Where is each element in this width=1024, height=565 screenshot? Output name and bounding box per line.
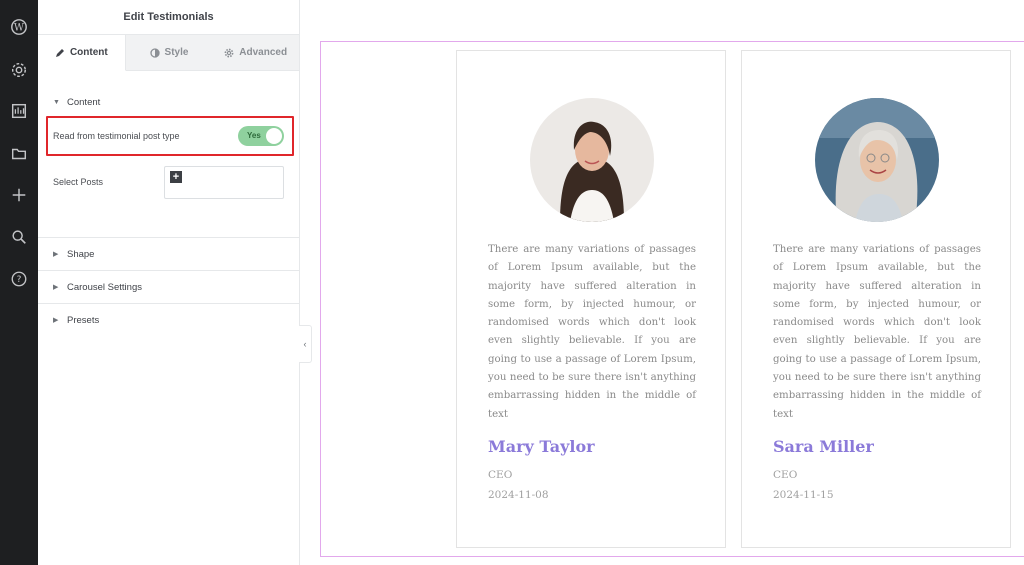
testimonial-date: 2024-11-08 (488, 489, 549, 501)
section-shape-label: Shape (67, 248, 95, 260)
testimonial-quote: There are many variations of passages of… (488, 244, 696, 420)
settings-icon[interactable] (9, 60, 29, 80)
tab-advanced-label: Advanced (239, 47, 288, 58)
avatar (815, 98, 939, 222)
section-carousel-settings-label: Carousel Settings (67, 281, 142, 293)
svg-text:W: W (14, 23, 25, 34)
testimonial-card: There are many variations of passages of… (456, 50, 726, 548)
wordpress-icon[interactable]: W (9, 17, 29, 37)
plus-icon[interactable] (9, 185, 29, 205)
section-carousel-settings[interactable]: ▶ Carousel Settings (38, 270, 299, 303)
chevron-left-icon: ‹ (303, 339, 307, 349)
caret-down-icon: ▼ (53, 99, 60, 106)
structure-icon[interactable] (9, 101, 29, 121)
tab-style[interactable]: Style (126, 35, 213, 70)
admin-rail: W ? (0, 0, 38, 565)
gear-icon (224, 48, 234, 57)
svg-text:?: ? (17, 275, 22, 285)
tab-content-label: Content (69, 47, 108, 58)
caret-right-icon: ▶ (53, 317, 59, 324)
avatar (530, 98, 654, 222)
content-section-title: Content (67, 97, 101, 108)
editor-panel: Edit Testimonials Content Style Advanced… (38, 0, 300, 565)
tab-content[interactable]: Content (38, 35, 126, 71)
testimonial-quote: There are many variations of passages of… (773, 244, 981, 420)
collapse-panel-button[interactable]: ‹ (299, 325, 312, 363)
caret-right-icon: ▶ (53, 284, 59, 291)
caret-right-icon: ▶ (53, 251, 59, 258)
folder-icon[interactable] (9, 144, 29, 164)
section-presets[interactable]: ▶ Presets (38, 303, 299, 336)
testimonial-date: 2024-11-15 (773, 489, 834, 501)
toggle-value: Yes (247, 131, 261, 140)
search-icon[interactable] (9, 227, 29, 247)
testimonial-role: CEO (773, 469, 798, 481)
section-shape[interactable]: ▶ Shape (38, 237, 299, 270)
help-icon[interactable]: ? (9, 269, 29, 289)
add-post-button[interactable]: + (170, 171, 182, 183)
tab-style-label: Style (164, 47, 189, 58)
read-from-post-type-toggle[interactable]: Yes (238, 126, 284, 146)
testimonial-role: CEO (488, 469, 513, 481)
tab-advanced[interactable]: Advanced (212, 35, 299, 70)
testimonial-card: There are many variations of passages of… (741, 50, 1011, 548)
toggle-knob (266, 128, 282, 144)
testimonial-name: Sara Miller (773, 437, 874, 456)
select-posts-label: Select Posts (53, 177, 104, 187)
select-posts-input[interactable]: + (164, 166, 284, 199)
half-circle-icon (149, 47, 160, 58)
content-section-toggle[interactable]: ▼ Content (53, 97, 100, 108)
pencil-icon (55, 48, 64, 57)
panel-tabs: Content Style Advanced (38, 35, 299, 71)
panel-title: Edit Testimonials (38, 0, 299, 35)
testimonial-name: Mary Taylor (488, 437, 595, 456)
section-presets-label: Presets (67, 314, 100, 326)
